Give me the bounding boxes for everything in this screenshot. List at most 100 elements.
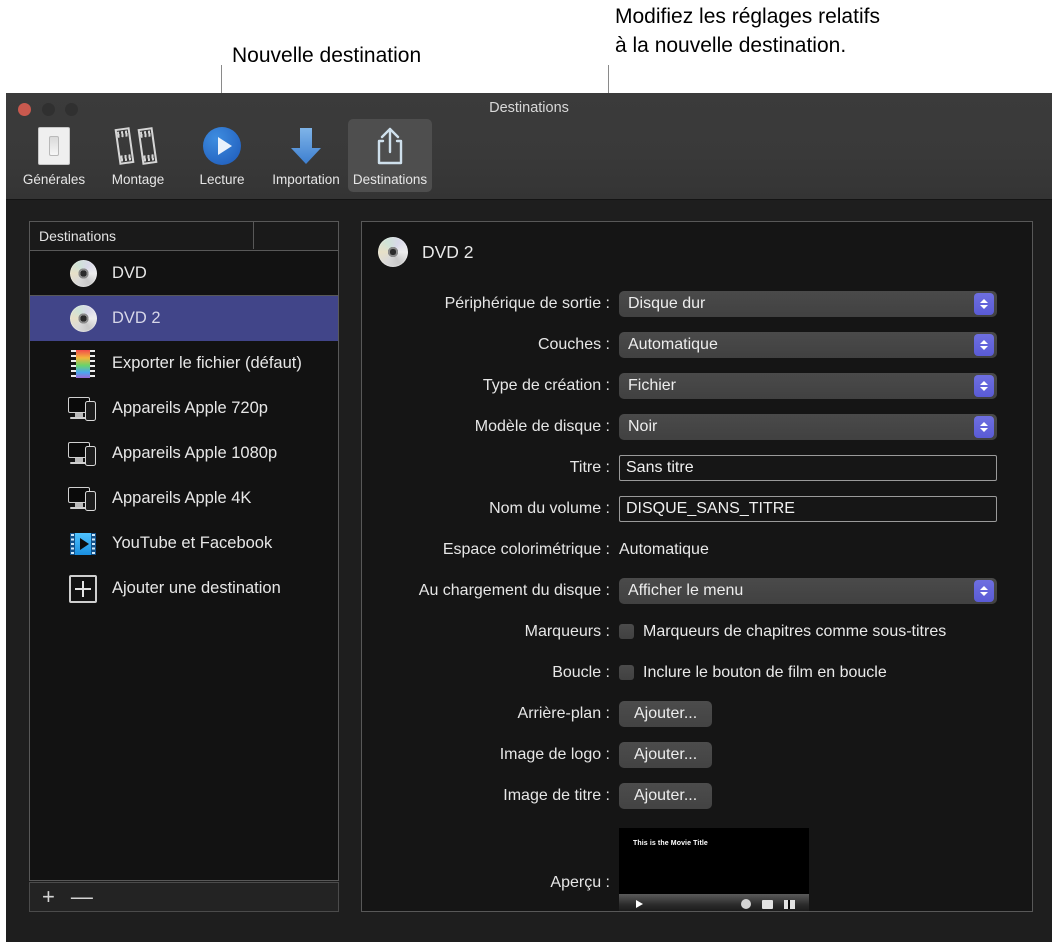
chevron-updown-icon[interactable] bbox=[974, 333, 994, 356]
play-icon[interactable] bbox=[636, 900, 643, 908]
field-label: Nom du volume : bbox=[489, 499, 610, 517]
field-label: Modèle de disque : bbox=[474, 417, 610, 435]
title-input[interactable]: Sans titre bbox=[619, 454, 997, 481]
sidebar-item-dvd-2[interactable]: DVD 2 bbox=[30, 296, 338, 341]
chevron-updown-icon[interactable] bbox=[974, 292, 994, 315]
title-image-add-button[interactable]: Ajouter... bbox=[619, 782, 713, 809]
disc-icon bbox=[68, 304, 98, 334]
screen-icon[interactable] bbox=[762, 899, 773, 909]
when-disc-loads-popup[interactable]: Afficher le menu bbox=[619, 577, 997, 604]
field-label: Boucle : bbox=[552, 663, 610, 681]
preview-movie-title: This is the Movie Title bbox=[633, 840, 708, 847]
add-destination-button[interactable]: + bbox=[42, 886, 55, 908]
popup-value: Fichier bbox=[628, 376, 677, 394]
toolbar-item-importation[interactable]: Importation bbox=[264, 119, 348, 192]
toolbar-item-lecture[interactable]: Lecture bbox=[180, 119, 264, 192]
field-row-image-de-logo: Image de logo : Ajouter... bbox=[362, 734, 1032, 775]
sidebar-item-label: Exporter le fichier (défaut) bbox=[112, 354, 302, 372]
destination-settings-panel: DVD 2 Périphérique de sortie : Disque du… bbox=[361, 221, 1033, 912]
remove-destination-button[interactable]: — bbox=[71, 886, 93, 908]
annotation-right-text: Modifiez les réglages relatifs à la nouv… bbox=[615, 5, 880, 57]
toolbar-item-generales[interactable]: Générales bbox=[12, 119, 96, 192]
screenshot-root: Nouvelle destination Modifiez les réglag… bbox=[0, 0, 1056, 942]
menu-preview[interactable]: This is the Movie Title bbox=[619, 828, 809, 911]
field-label: Titre : bbox=[569, 458, 610, 476]
chevron-updown-icon[interactable] bbox=[974, 374, 994, 397]
toolbar-label: Lecture bbox=[199, 172, 245, 187]
field-label: Espace colorimétrique : bbox=[442, 540, 610, 558]
sidebar-item-exporter-le-fichier[interactable]: Exporter le fichier (défaut) bbox=[30, 341, 338, 386]
destination-title: DVD 2 bbox=[422, 241, 474, 262]
chevron-updown-icon[interactable] bbox=[974, 579, 994, 602]
disc-template-popup[interactable]: Noir bbox=[619, 413, 997, 440]
volume-name-input[interactable]: DISQUE_SANS_TITRE bbox=[619, 495, 997, 522]
field-row-nom-du-volume: Nom du volume : DISQUE_SANS_TITRE bbox=[362, 488, 1032, 529]
loop-checkbox-label: Inclure le bouton de film en boucle bbox=[643, 663, 887, 681]
field-row-peripherique-de-sortie: Périphérique de sortie : Disque dur bbox=[362, 283, 1032, 324]
filmstrip-color-icon bbox=[68, 349, 98, 379]
sidebar-item-label: DVD 2 bbox=[112, 309, 161, 327]
loop-checkbox[interactable] bbox=[619, 665, 634, 680]
layers-popup[interactable]: Automatique bbox=[619, 331, 997, 358]
field-label: Image de titre : bbox=[503, 786, 610, 804]
sidebar-bottom-bar: + — bbox=[29, 882, 339, 912]
field-row-marqueurs: Marqueurs : Marqueurs de chapitres comme… bbox=[362, 611, 1032, 652]
disc-icon bbox=[378, 237, 408, 267]
chevron-updown-icon[interactable] bbox=[974, 415, 994, 438]
field-label: Au chargement du disque : bbox=[418, 581, 610, 599]
field-label: Type de création : bbox=[482, 376, 610, 394]
apple-devices-icon bbox=[68, 484, 98, 514]
toolbar: Générales Montage Lecture Importation De… bbox=[12, 119, 432, 192]
field-label: Arrière-plan : bbox=[517, 704, 610, 722]
popup-value: Noir bbox=[628, 417, 658, 435]
output-type-popup[interactable]: Fichier bbox=[619, 372, 997, 399]
field-row-boucle: Boucle : Inclure le bouton de film en bo… bbox=[362, 652, 1032, 693]
field-label: Aperçu : bbox=[550, 874, 610, 891]
markers-checkbox[interactable] bbox=[619, 624, 634, 639]
title-input-value: Sans titre bbox=[626, 458, 694, 476]
sidebar-item-label: Ajouter une destination bbox=[112, 579, 281, 597]
window-body: Destinations DVD DVD 2 Exporter le fichi… bbox=[6, 200, 1052, 942]
field-row-arriere-plan: Arrière-plan : Ajouter... bbox=[362, 693, 1032, 734]
field-row-image-de-titre: Image de titre : Ajouter... bbox=[362, 775, 1032, 816]
output-device-popup[interactable]: Disque dur bbox=[619, 290, 997, 317]
disc-icon bbox=[68, 258, 98, 288]
field-row-couches: Couches : Automatique bbox=[362, 324, 1032, 365]
chapters-icon[interactable] bbox=[784, 899, 795, 909]
sidebar-item-youtube-et-facebook[interactable]: YouTube et Facebook bbox=[30, 521, 338, 566]
popup-value: Afficher le menu bbox=[628, 581, 744, 599]
sidebar-item-appareils-apple-1080p[interactable]: Appareils Apple 1080p bbox=[30, 431, 338, 476]
logo-image-add-button[interactable]: Ajouter... bbox=[619, 741, 713, 768]
sidebar-item-dvd[interactable]: DVD bbox=[30, 251, 338, 296]
volume-name-input-value: DISQUE_SANS_TITRE bbox=[626, 499, 795, 517]
popup-value: Automatique bbox=[628, 335, 718, 353]
sidebar-item-ajouter-une-destination[interactable]: Ajouter une destination bbox=[30, 566, 338, 611]
background-add-button[interactable]: Ajouter... bbox=[619, 700, 713, 727]
field-row-apercu: Aperçu : This is the Movie Title bbox=[362, 828, 1032, 911]
destinations-list: DVD DVD 2 Exporter le fichier (défaut) A… bbox=[30, 251, 338, 611]
toolbar-label: Générales bbox=[22, 172, 86, 187]
sidebar-header-label: Destinations bbox=[39, 228, 117, 244]
field-row-espace-colorimetrique: Espace colorimétrique : Automatique bbox=[362, 529, 1032, 570]
destination-header: DVD 2 bbox=[362, 222, 1032, 267]
field-row-titre: Titre : Sans titre bbox=[362, 447, 1032, 488]
apple-devices-icon bbox=[68, 394, 98, 424]
field-row-au-chargement-du-disque: Au chargement du disque : Afficher le me… bbox=[362, 570, 1032, 611]
down-arrow-icon bbox=[287, 125, 325, 167]
toolbar-item-montage[interactable]: Montage bbox=[96, 119, 180, 192]
field-row-modele-de-disque: Modèle de disque : Noir bbox=[362, 406, 1032, 447]
sidebar-header: Destinations bbox=[30, 222, 338, 251]
sidebar-item-appareils-apple-720p[interactable]: Appareils Apple 720p bbox=[30, 386, 338, 431]
color-space-value: Automatique bbox=[619, 540, 709, 558]
film-strips-icon bbox=[114, 125, 161, 167]
toolbar-item-destinations[interactable]: Destinations bbox=[348, 119, 432, 192]
sidebar-item-label: Appareils Apple 1080p bbox=[112, 444, 278, 462]
sidebar-item-label: Appareils Apple 4K bbox=[112, 489, 252, 507]
sidebar-item-appareils-apple-4k[interactable]: Appareils Apple 4K bbox=[30, 476, 338, 521]
share-export-icon bbox=[372, 125, 408, 167]
youtube-facebook-icon bbox=[68, 529, 98, 559]
switch-plate-icon bbox=[38, 125, 70, 167]
disc-icon[interactable] bbox=[741, 899, 751, 909]
destinations-sidebar: Destinations DVD DVD 2 Exporter le fichi… bbox=[29, 221, 339, 881]
field-label: Couches : bbox=[537, 335, 610, 353]
